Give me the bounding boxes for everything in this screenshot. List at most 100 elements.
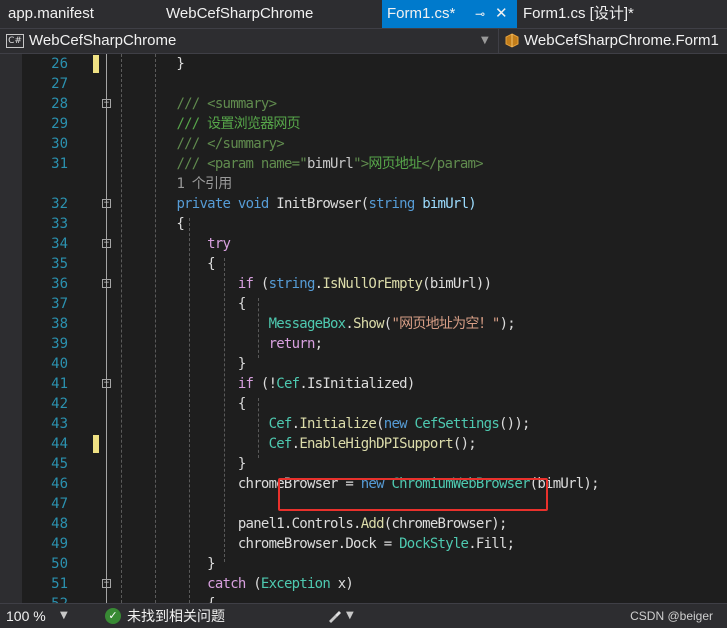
line-number: 51 (51, 576, 68, 592)
code-line[interactable]: 30 /// </summary> (0, 134, 727, 154)
collapse-icon[interactable]: − (102, 99, 111, 108)
code-token: "> (353, 156, 369, 172)
code-token: Show (353, 316, 384, 332)
code-token: { (115, 256, 215, 272)
code-token: .Fill; (468, 536, 515, 552)
code-text: Cef.Initialize(new CefSettings()); (115, 414, 531, 434)
code-line[interactable]: 48 panel1.Controls.Add(chromeBrowser); (0, 514, 727, 534)
code-line[interactable]: 52 { (0, 594, 727, 603)
code-token: ()); (499, 416, 530, 432)
code-line[interactable]: 32 − private void InitBrowser(string bimU… (0, 194, 727, 214)
line-number: 28 (51, 96, 68, 112)
pin-icon[interactable]: ⊸ (475, 0, 485, 28)
issues-status[interactable]: 未找到相关问题 (127, 604, 225, 628)
code-token: Add (360, 516, 385, 532)
highlight-box (278, 478, 548, 511)
code-token: ; (314, 336, 323, 352)
code-token: InitBrowser( (268, 196, 369, 212)
line-number: 37 (51, 296, 68, 312)
code-text: if (string.IsNullOrEmpty(bimUrl)) (115, 274, 492, 294)
line-number: 43 (51, 416, 68, 432)
code-text: { (115, 294, 246, 314)
code-line[interactable]: 39 return; (0, 334, 727, 354)
code-token: Initialize (299, 416, 377, 432)
code-token: /// <summary> (176, 96, 277, 112)
code-line[interactable]: 44 Cef.EnableHighDPISupport(); (0, 434, 727, 454)
code-token: { (115, 296, 246, 312)
code-line[interactable]: 42 { (0, 394, 727, 414)
code-token: Cef (268, 416, 293, 432)
code-token: CefSettings (414, 416, 500, 432)
code-token: bimUrl (306, 156, 354, 172)
close-icon[interactable]: ✕ (495, 0, 508, 28)
watermark: CSDN @beiger (630, 609, 713, 623)
code-text: MessageBox.Show("网页地址为空！"); (115, 314, 516, 334)
code-line[interactable]: 40 } (0, 354, 727, 374)
code-line[interactable]: 43 Cef.Initialize(new CefSettings()); (0, 414, 727, 434)
code-line[interactable]: 45 } (0, 454, 727, 474)
zoom-level[interactable]: 100 % (6, 604, 46, 628)
code-line[interactable]: 26 } (0, 54, 727, 74)
code-line[interactable]: 28 − /// <summary> (0, 94, 727, 114)
type-dropdown[interactable]: WebCefSharpChrome.Form1 (498, 29, 727, 53)
line-number: 27 (51, 76, 68, 92)
code-line[interactable]: 34 − try (0, 234, 727, 254)
code-token: ( (376, 416, 384, 432)
code-text: { (115, 214, 184, 234)
zoom-dropdown-icon[interactable]: ▼ (60, 604, 68, 628)
line-number: 48 (51, 516, 68, 532)
code-line[interactable]: 33 { (0, 214, 727, 234)
code-editor[interactable]: 26 } 27 28 − /// <summary> 29 /// 设置浏览器网页 30 … (0, 54, 727, 603)
tab-form1-designer[interactable]: Form1.cs [设计]* (517, 0, 727, 28)
code-token: private (176, 196, 231, 212)
collapse-icon[interactable]: − (102, 239, 111, 248)
code-token: ); (499, 316, 516, 332)
tab-form1-cs[interactable]: Form1.cs* ⊸ ✕ (382, 0, 517, 28)
collapse-icon[interactable]: − (102, 199, 111, 208)
tab-label: Form1.cs [设计]* (523, 5, 634, 22)
code-token: { (115, 596, 215, 603)
code-line[interactable]: 41 − if (!Cef.IsInitialized) (0, 374, 727, 394)
code-line[interactable]: 27 (0, 74, 727, 94)
chevron-down-icon[interactable]: ▼ (481, 29, 489, 53)
project-dropdown[interactable]: C# WebCefSharpChrome ▼ (0, 29, 496, 53)
collapse-icon[interactable]: − (102, 279, 111, 288)
code-text: if (!Cef.IsInitialized) (115, 374, 415, 394)
code-line[interactable]: 37 { (0, 294, 727, 314)
code-token: string (268, 276, 316, 292)
code-line[interactable]: 50 } (0, 554, 727, 574)
code-line[interactable]: 51 − catch (Exception x) (0, 574, 727, 594)
tab-webcefsharpchrome[interactable]: WebCefSharpChrome (160, 0, 382, 28)
code-text: } (115, 354, 246, 374)
code-line[interactable]: 36− if (string.IsNullOrEmpty(bimUrl)) (0, 274, 727, 294)
code-line[interactable]: 49 chromeBrowser.Dock = DockStyle.Fill; (0, 534, 727, 554)
chevron-down-icon[interactable]: ▼ (346, 604, 354, 628)
collapse-icon[interactable]: − (102, 379, 111, 388)
code-token: /// </summary> (176, 136, 284, 152)
code-token: EnableHighDPISupport (299, 436, 453, 452)
collapse-icon[interactable]: − (102, 579, 111, 588)
code-token: (); (452, 436, 477, 452)
document-tab-bar: app.manifest WebCefSharpChrome Form1.cs*… (0, 0, 727, 28)
tab-app-manifest[interactable]: app.manifest (0, 0, 160, 28)
code-line[interactable]: 38 MessageBox.Show("网页地址为空！"); (0, 314, 727, 334)
code-text: chromeBrowser.Dock = DockStyle.Fill; (115, 534, 515, 554)
code-line[interactable]: 1 个引用 (0, 174, 727, 194)
code-token: MessageBox (268, 316, 347, 332)
code-token: { (115, 216, 185, 232)
code-line[interactable]: 35 { (0, 254, 727, 274)
brush-icon[interactable] (326, 608, 342, 624)
code-token: (! (253, 376, 277, 392)
line-number: 40 (51, 356, 68, 372)
code-token: if (237, 276, 254, 292)
code-token: Exception (260, 576, 331, 592)
line-number: 35 (51, 256, 68, 272)
code-line[interactable]: 31 /// <param name="bimUrl">网页地址</param> (0, 154, 727, 174)
code-token: IsNullOrEmpty (322, 276, 423, 292)
code-line[interactable]: 29 /// 设置浏览器网页 (0, 114, 727, 134)
